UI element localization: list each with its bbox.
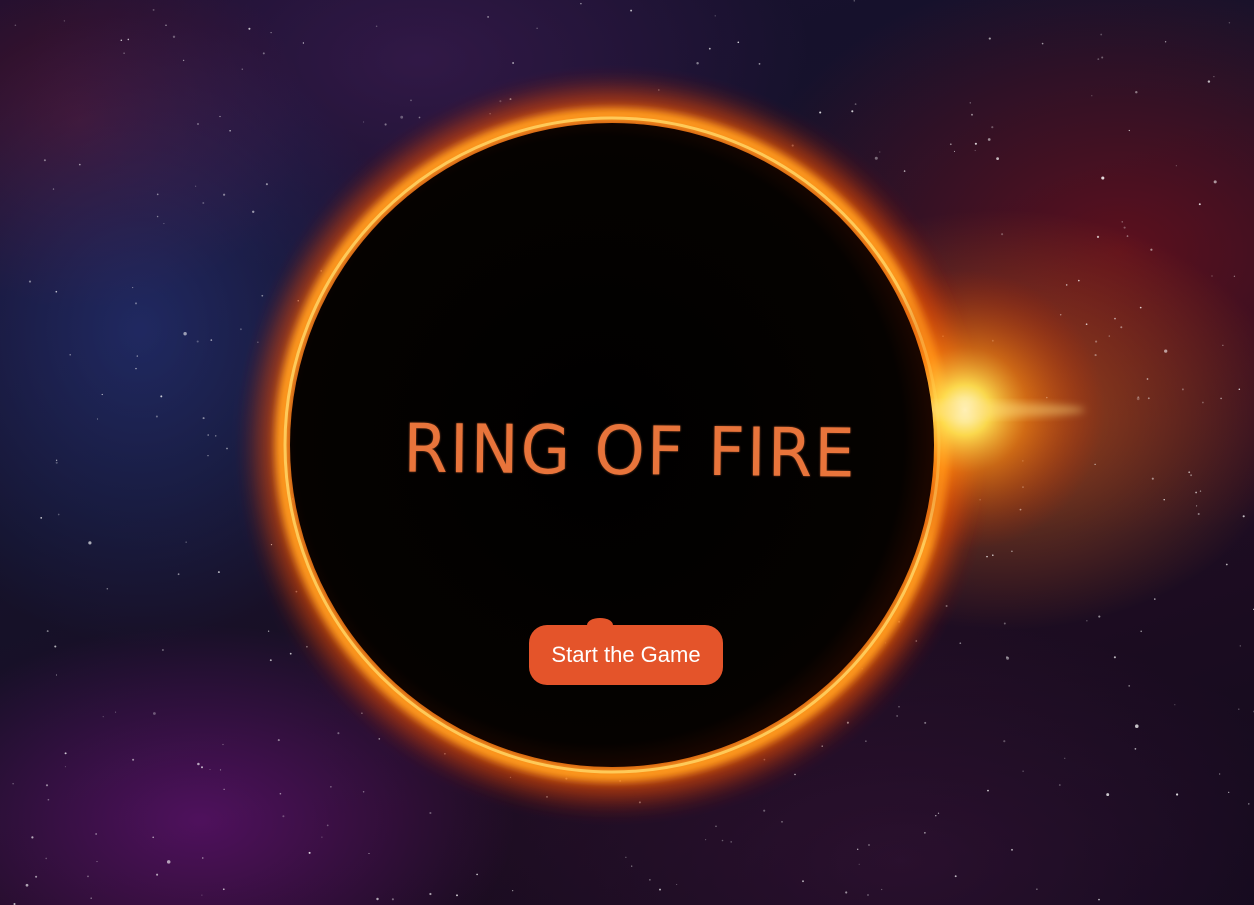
game-start-screen: RING OF FIRE Start the Game	[0, 0, 1254, 905]
start-button-container: Start the Game	[529, 618, 723, 685]
game-title: RING OF FIRE	[402, 410, 858, 494]
start-game-button[interactable]: Start the Game	[529, 625, 723, 685]
